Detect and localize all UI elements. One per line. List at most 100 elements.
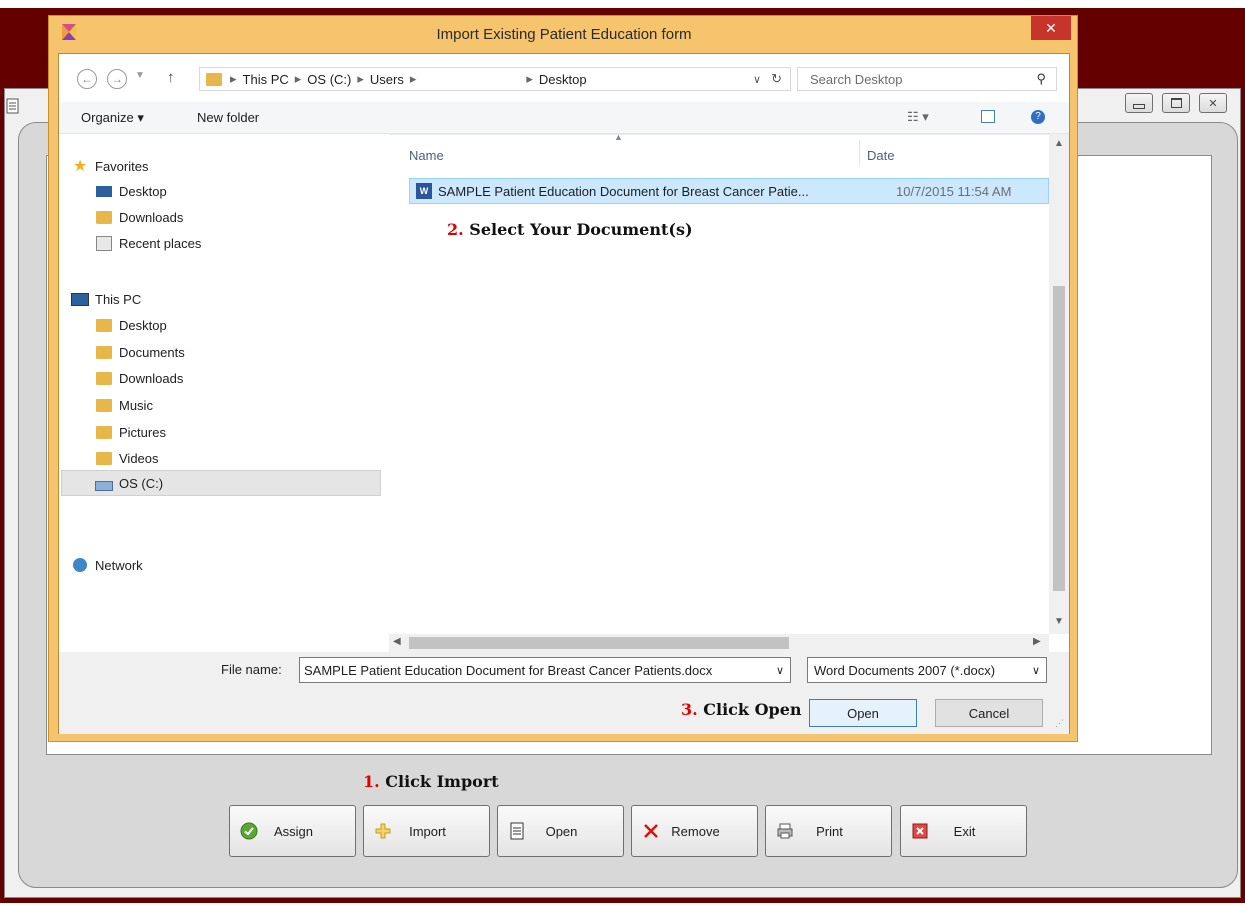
column-header-name[interactable]: Name: [409, 148, 444, 163]
file-date-cell: 10/7/2015 11:54 AM: [896, 183, 1012, 199]
breadcrumb-separator-icon: ▸: [409, 71, 417, 86]
up-arrow-icon: ↑: [167, 69, 175, 86]
search-icon: ⚲: [1036, 71, 1046, 86]
restore-button[interactable]: [1162, 93, 1190, 113]
folder-icon: [95, 370, 113, 386]
file-name-input[interactable]: SAMPLE Patient Education Document for Br…: [299, 657, 791, 683]
hscroll-thumb[interactable]: [409, 637, 789, 649]
nav-this-pc-label: This PC: [95, 291, 142, 307]
document-icon: [6, 98, 19, 114]
breadcrumb-separator-icon: ▸: [230, 71, 237, 86]
nav-fav-recent[interactable]: Recent places: [95, 232, 201, 254]
restore-icon: [1170, 98, 1182, 108]
search-input[interactable]: Search Desktop ⚲: [797, 67, 1057, 91]
desktop-icon: [95, 183, 113, 199]
document-icon: [508, 822, 526, 840]
scroll-left-icon[interactable]: ◀: [393, 636, 401, 647]
nav-pc-desktop[interactable]: Desktop: [95, 314, 167, 336]
nav-pc-videos-label: Videos: [119, 450, 159, 466]
column-header-date[interactable]: Date: [867, 148, 894, 163]
up-button[interactable]: ↑: [167, 69, 175, 86]
open-button[interactable]: Open: [497, 805, 624, 857]
breadcrumb-users[interactable]: Users: [370, 72, 404, 87]
nav-pc-music[interactable]: Music: [95, 394, 153, 416]
annotation-step1: 1. Click Import: [363, 772, 499, 791]
dialog-open-button[interactable]: Open: [809, 699, 917, 727]
breadcrumb-os-c[interactable]: OS (C:): [307, 72, 351, 87]
folder-icon: [95, 397, 113, 413]
view-options-icon[interactable]: ☷ ▾: [907, 109, 929, 125]
word-document-icon: W: [416, 183, 432, 199]
remove-label: Remove: [671, 823, 720, 839]
organize-button[interactable]: Organize ▾: [81, 110, 144, 126]
vertical-scrollbar[interactable]: ▲ ▼: [1049, 134, 1069, 634]
nav-pc-downloads[interactable]: Downloads: [95, 367, 183, 389]
remove-button[interactable]: Remove: [631, 805, 758, 857]
assign-label: Assign: [273, 823, 314, 839]
breadcrumb-separator-icon: ▸: [294, 71, 302, 86]
file-name-value: SAMPLE Patient Education Document for Br…: [304, 662, 713, 678]
scroll-up-icon[interactable]: ▲: [1054, 138, 1064, 149]
import-label: Import: [409, 823, 446, 839]
printer-icon: [776, 822, 794, 840]
preview-pane-icon[interactable]: [981, 110, 995, 123]
nav-this-pc[interactable]: This PC: [71, 288, 141, 310]
chevron-down-icon[interactable]: ∨: [753, 73, 761, 86]
back-arrow-icon: ←: [81, 72, 93, 86]
nav-pc-documents-label: Documents: [119, 344, 185, 360]
chevron-down-icon[interactable]: ∨: [1032, 664, 1040, 677]
step3-number: 3.: [681, 700, 698, 719]
breadcrumb-separator-icon: ▸: [526, 71, 533, 86]
nav-network[interactable]: Network: [71, 554, 143, 576]
nav-pc-osc[interactable]: OS (C:): [95, 472, 163, 494]
file-row-selected[interactable]: W SAMPLE Patient Education Document for …: [409, 178, 1049, 204]
nav-pc-pictures[interactable]: Pictures: [95, 421, 166, 443]
address-bar[interactable]: ▸ This PC ▸ OS (C:) ▸ Users ▸ ▸ Desktop …: [199, 67, 791, 91]
nav-pc-music-label: Music: [119, 397, 153, 413]
step2-text: Select Your Document(s): [469, 220, 693, 239]
nav-pc-documents[interactable]: Documents: [95, 341, 185, 363]
recent-dropdown[interactable]: ▼: [135, 70, 145, 81]
dialog-close-button[interactable]: ✕: [1031, 16, 1071, 40]
file-name-label: File name:: [221, 662, 282, 677]
exit-label: Exit: [953, 823, 976, 839]
assign-button[interactable]: Assign: [229, 805, 356, 857]
recent-places-icon: [95, 235, 113, 251]
resize-grip-icon[interactable]: ⋰: [1055, 718, 1064, 729]
breadcrumb-separator-icon: ▸: [357, 71, 364, 86]
dialog-footer: File name: SAMPLE Patient Education Docu…: [59, 652, 1069, 734]
file-type-value: Word Documents 2007 (*.docx): [814, 662, 996, 678]
folder-icon: [95, 344, 113, 360]
new-folder-button[interactable]: New folder: [197, 110, 259, 125]
step1-number: 1.: [363, 772, 380, 791]
network-icon: [71, 557, 89, 573]
help-icon[interactable]: ?: [1031, 110, 1045, 124]
breadcrumb-this-pc[interactable]: This PC: [243, 72, 289, 87]
downloads-folder-icon: [95, 209, 113, 225]
file-type-select[interactable]: Word Documents 2007 (*.docx) ∨: [807, 657, 1047, 683]
nav-fav-downloads[interactable]: Downloads: [95, 206, 183, 228]
search-placeholder: Search Desktop: [810, 71, 903, 87]
nav-fav-desktop[interactable]: Desktop: [95, 180, 167, 202]
print-button[interactable]: Print: [765, 805, 892, 857]
exit-button[interactable]: Exit: [900, 805, 1027, 857]
navigation-pane: ★ Favorites Desktop Downloads Recent pla…: [59, 134, 389, 634]
minimize-button[interactable]: [1125, 93, 1153, 113]
back-button[interactable]: ←: [77, 69, 97, 89]
close-window-button[interactable]: ✕: [1199, 93, 1227, 113]
minimize-icon: [1133, 103, 1145, 109]
nav-pc-videos[interactable]: Videos: [95, 447, 159, 469]
scroll-thumb[interactable]: [1053, 286, 1065, 591]
scroll-right-icon[interactable]: ▶: [1033, 636, 1041, 647]
refresh-icon[interactable]: ↻: [771, 71, 782, 87]
open-label: Open: [545, 823, 578, 839]
nav-pc-pictures-label: Pictures: [119, 424, 166, 440]
breadcrumb-desktop[interactable]: Desktop: [539, 72, 587, 87]
scroll-down-icon[interactable]: ▼: [1054, 616, 1064, 627]
horizontal-scrollbar[interactable]: ◀ ▶: [389, 634, 1049, 652]
forward-button[interactable]: →: [107, 69, 127, 89]
nav-favorites[interactable]: ★ Favorites: [71, 155, 149, 177]
chevron-down-icon[interactable]: ∨: [776, 664, 784, 677]
dialog-cancel-button[interactable]: Cancel: [935, 699, 1043, 727]
import-button[interactable]: Import: [363, 805, 490, 857]
